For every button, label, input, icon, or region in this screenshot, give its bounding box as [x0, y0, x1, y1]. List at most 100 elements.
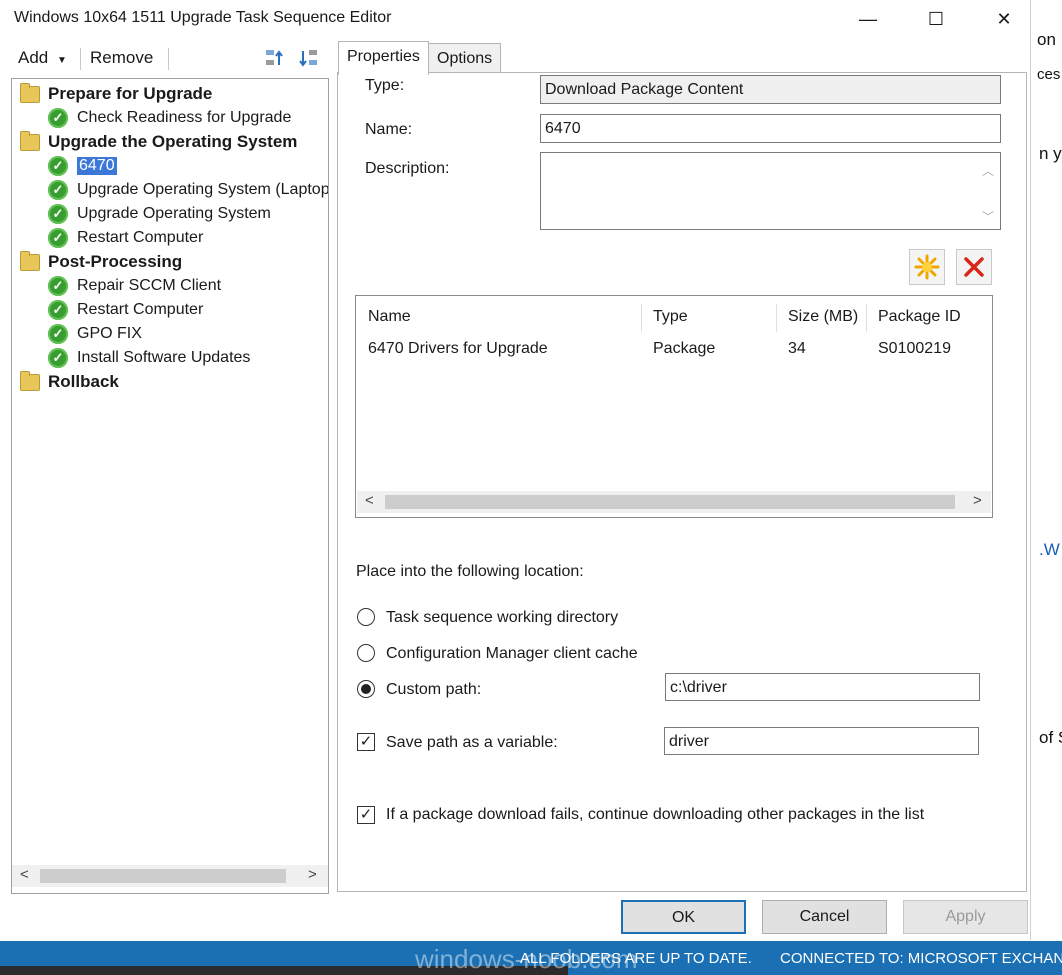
background-text: n y	[1039, 144, 1062, 163]
row-package-id: S0100219	[878, 340, 951, 357]
radio-client-cache-label[interactable]: Configuration Manager client cache	[386, 645, 638, 663]
minimize-button[interactable]: —	[848, 6, 888, 32]
check-icon: ✓	[48, 348, 68, 368]
tree-step-upgrade-os[interactable]: ✓ Upgrade Operating System	[48, 203, 271, 225]
radio-working-directory-label[interactable]: Task sequence working directory	[386, 609, 618, 627]
tree-step-install-updates[interactable]: ✓ Install Software Updates	[48, 347, 250, 369]
scroll-up-icon[interactable]: ︿	[982, 157, 994, 185]
location-heading: Place into the following location:	[356, 563, 584, 580]
add-package-button[interactable]	[909, 249, 945, 285]
scroll-left-icon[interactable]: <	[365, 492, 374, 509]
tree-step-label: Restart Computer	[77, 229, 204, 246]
background-text: on	[1037, 30, 1056, 49]
package-list[interactable]: Name Type Size (MB) Package ID 6470 Driv…	[355, 295, 993, 518]
scroll-down-icon[interactable]: ﹀	[982, 203, 994, 231]
move-up-icon[interactable]	[264, 47, 286, 74]
name-input[interactable]: 6470	[540, 114, 1001, 143]
column-header-package-id[interactable]: Package ID	[878, 308, 961, 326]
scroll-right-icon[interactable]: >	[973, 492, 982, 509]
tree-toolbar: Add ▼ Remove	[10, 44, 330, 74]
new-star-icon	[914, 254, 940, 280]
column-divider	[641, 304, 642, 332]
tab-options[interactable]: Options	[428, 43, 502, 74]
close-button[interactable]: ✕	[984, 6, 1024, 32]
remove-package-button[interactable]	[956, 249, 992, 285]
tree-step-repair-sccm[interactable]: ✓ Repair SCCM Client	[48, 275, 221, 297]
remove-button[interactable]: Remove	[90, 48, 153, 68]
continue-download-checkbox[interactable]: ✓	[357, 806, 375, 824]
description-input[interactable]: ︿ ﹀	[540, 152, 1001, 230]
tree-step-upgrade-os-laptop[interactable]: ✓ Upgrade Operating System (Laptop	[48, 179, 328, 201]
radio-custom-path[interactable]	[357, 680, 375, 698]
radio-custom-path-label[interactable]: Custom path:	[386, 681, 481, 699]
scroll-right-icon[interactable]: >	[308, 866, 317, 883]
window-title: Windows 10x64 1511 Upgrade Task Sequence…	[14, 9, 392, 26]
custom-path-input[interactable]: c:\driver	[665, 673, 980, 701]
tree-step-restart-computer[interactable]: ✓ Restart Computer	[48, 227, 203, 249]
scrollbar-thumb[interactable]	[385, 495, 955, 509]
watermark: windows-noob.com	[415, 944, 638, 974]
tree-group-prepare-for-upgrade[interactable]: Prepare for Upgrade	[20, 82, 212, 105]
radio-client-cache[interactable]	[357, 644, 375, 662]
background-window: on ces n y .W of S	[1030, 0, 1062, 940]
save-variable-checkbox[interactable]: ✓	[357, 733, 375, 751]
column-header-name[interactable]: Name	[368, 308, 411, 326]
folder-icon	[20, 370, 40, 391]
scrollbar-thumb[interactable]	[40, 869, 286, 883]
background-link: .W	[1039, 540, 1060, 559]
connection-status: CONNECTED TO: MICROSOFT EXCHAN	[780, 950, 1062, 967]
list-horizontal-scrollbar[interactable]: < >	[357, 491, 991, 513]
column-divider	[866, 304, 867, 332]
tree-step-gpo-fix[interactable]: ✓ GPO FIX	[48, 323, 142, 345]
background-text: ces	[1037, 66, 1061, 83]
tree-horizontal-scrollbar[interactable]: < >	[12, 865, 328, 887]
column-header-size[interactable]: Size (MB)	[788, 308, 858, 326]
check-icon: ✓	[48, 276, 68, 296]
title-bar: Windows 10x64 1511 Upgrade Task Sequence…	[0, 0, 1030, 38]
column-header-type[interactable]: Type	[653, 308, 688, 326]
task-sequence-tree[interactable]: Prepare for Upgrade ✓ Check Readiness fo…	[11, 78, 329, 894]
tree-step-6470[interactable]: ✓ 6470	[48, 155, 117, 177]
tree-step-label-selected: 6470	[77, 157, 117, 175]
check-icon: ✓	[48, 324, 68, 344]
scroll-left-icon[interactable]: <	[20, 866, 29, 883]
maximize-button[interactable]: ☐	[916, 6, 956, 32]
variable-name-input[interactable]: driver	[664, 727, 979, 755]
folder-icon	[20, 82, 40, 103]
tree-group-label: Rollback	[48, 372, 119, 391]
move-down-icon[interactable]	[298, 47, 320, 74]
radio-working-directory[interactable]	[357, 608, 375, 626]
tree-group-post-processing[interactable]: Post-Processing	[20, 250, 183, 273]
apply-button[interactable]: Apply	[903, 900, 1028, 934]
save-variable-label[interactable]: Save path as a variable:	[386, 734, 558, 752]
tree-step-label: GPO FIX	[77, 325, 142, 342]
tab-properties[interactable]: Properties	[338, 41, 429, 75]
add-label: Add	[18, 48, 49, 67]
ok-button[interactable]: OK	[621, 900, 746, 934]
tree-step-label: Upgrade Operating System	[77, 205, 271, 222]
description-label: Description:	[365, 160, 450, 177]
tree-step-label: Check Readiness for Upgrade	[77, 109, 292, 126]
tree-step-label: Install Software Updates	[77, 349, 251, 366]
row-name: 6470 Drivers for Upgrade	[368, 340, 548, 357]
tree-group-upgrade-os[interactable]: Upgrade the Operating System	[20, 130, 298, 153]
tree-group-rollback[interactable]: Rollback	[20, 370, 119, 393]
check-icon: ✓	[48, 180, 68, 200]
folder-icon	[20, 130, 40, 151]
toolbar-divider	[80, 48, 81, 70]
name-label: Name:	[365, 121, 413, 138]
tree-step-restart-computer[interactable]: ✓ Restart Computer	[48, 299, 203, 321]
continue-download-label[interactable]: If a package download fails, continue do…	[386, 806, 924, 824]
check-icon: ✓	[48, 204, 68, 224]
add-menu-button[interactable]: Add ▼	[18, 48, 67, 68]
tree-step-check-readiness[interactable]: ✓ Check Readiness for Upgrade	[48, 107, 291, 129]
tree-group-label: Upgrade the Operating System	[48, 132, 298, 151]
folder-icon	[20, 250, 40, 271]
type-label: Type:	[365, 77, 405, 94]
check-icon: ✓	[48, 156, 68, 176]
chevron-down-icon: ▼	[56, 55, 67, 66]
tree-group-label: Post-Processing	[48, 252, 183, 271]
cancel-button[interactable]: Cancel	[762, 900, 887, 934]
background-text: of S	[1039, 728, 1062, 747]
type-field: Download Package Content	[540, 75, 1001, 104]
